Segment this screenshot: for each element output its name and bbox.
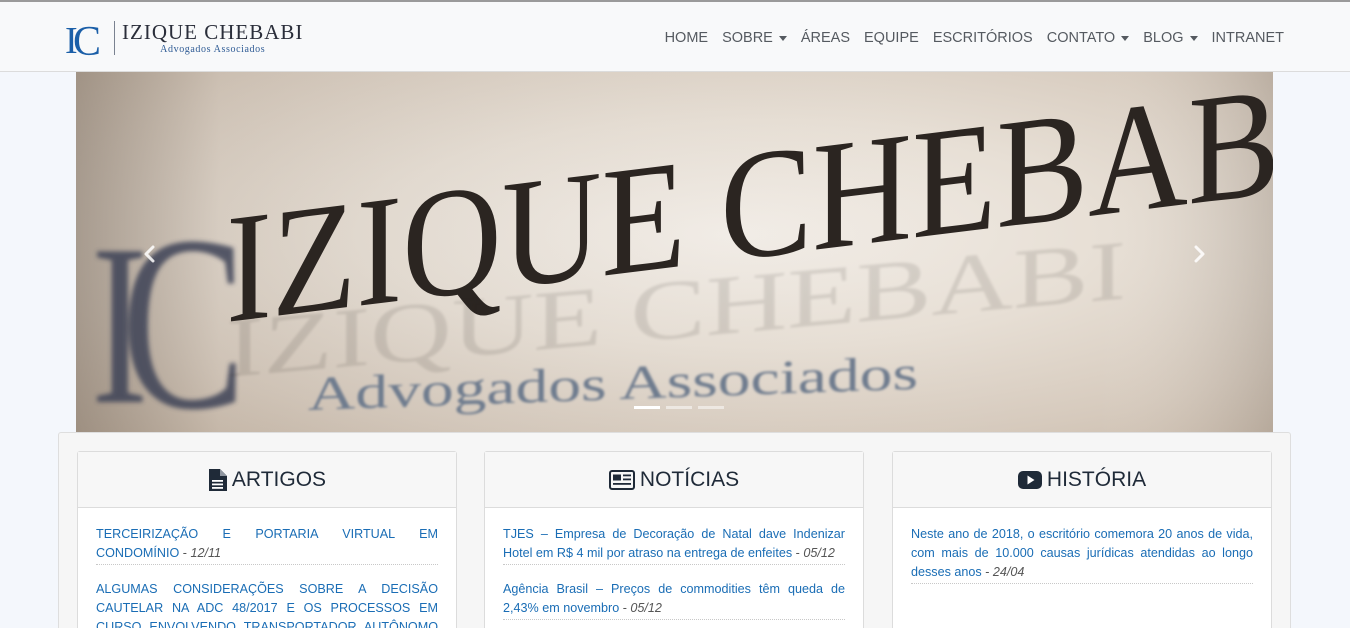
- nav-escritorios-label: ESCRITÓRIOS: [932, 30, 1033, 46]
- caret-down-icon: [1189, 35, 1198, 41]
- brand-logo[interactable]: I C IZIQUE CHEBABI Advogados Associados: [64, 16, 303, 60]
- youtube-icon: [1017, 470, 1042, 489]
- nav-areas-label: ÁREAS: [800, 30, 851, 46]
- historia-item-sep: -: [981, 565, 993, 579]
- artigos-list: TERCEIRIZAÇÃO E PORTARIA VIRTUAL EM COND…: [78, 508, 456, 628]
- main-nav: HOME SOBRE ÁREAS EQUIPE ESCRITÓRIOS CONT…: [651, 28, 1284, 48]
- historia-list: Neste ano de 2018, o escritório comemora…: [893, 508, 1271, 584]
- nav-blog-label: BLOG: [1143, 30, 1184, 46]
- artigos-card: ARTIGOS TERCEIRIZAÇÃO E PORTARIA VIRTUAL…: [77, 451, 457, 628]
- document-icon: [208, 468, 227, 491]
- navbar: I C IZIQUE CHEBABI Advogados Associados …: [0, 0, 1350, 72]
- content-panel: ARTIGOS TERCEIRIZAÇÃO E PORTARIA VIRTUAL…: [58, 432, 1291, 628]
- artigo-item-text: ALGUMAS CONSIDERAÇÕES SOBRE A DECISÃO CA…: [96, 582, 438, 628]
- logo-divider: [114, 21, 115, 55]
- noticias-title: NOTÍCIAS: [639, 467, 740, 491]
- artigo-item-sep: -: [179, 546, 191, 560]
- nav-intranet-label: INTRANET: [1211, 30, 1285, 46]
- historia-card: HISTÓRIA Neste ano de 2018, o escritório…: [892, 451, 1272, 628]
- carousel-indicator-2[interactable]: [666, 406, 692, 409]
- historia-header: HISTÓRIA: [893, 452, 1271, 508]
- carousel-indicator-1[interactable]: [634, 406, 660, 409]
- brand-subtitle: Advogados Associados: [160, 43, 266, 55]
- historia-item-text: Neste ano de 2018, o escritório comemora…: [911, 527, 1253, 579]
- svg-text:C: C: [73, 19, 101, 59]
- noticias-card: NOTÍCIAS TJES – Empresa de Decoração de …: [484, 451, 864, 628]
- noticia-item-sep: -: [792, 546, 804, 560]
- noticias-header: NOTÍCIAS: [485, 452, 863, 508]
- noticia-item[interactable]: TJES – Empresa de Decoração de Natal dav…: [503, 525, 845, 565]
- nav-home[interactable]: HOME: [665, 28, 709, 48]
- nav-home-label: HOME: [664, 30, 709, 46]
- carousel-next-button[interactable]: [1189, 242, 1209, 266]
- nav-equipe[interactable]: EQUIPE: [864, 28, 919, 48]
- nav-escritorios[interactable]: ESCRITÓRIOS: [933, 28, 1033, 48]
- nav-intranet[interactable]: INTRANET: [1212, 28, 1285, 48]
- nav-areas[interactable]: ÁREAS: [801, 28, 850, 48]
- artigo-item[interactable]: ALGUMAS CONSIDERAÇÕES SOBRE A DECISÃO CA…: [96, 580, 438, 628]
- chevron-left-icon: [144, 245, 155, 263]
- noticia-item-sep: -: [619, 601, 631, 615]
- noticia-item-text: Agência Brasil – Preços de commodities t…: [503, 582, 845, 615]
- newspaper-icon: [608, 469, 635, 490]
- carousel-slide-image: I C IZIQUE CHEBABI IZIQUE CHEBABI Advoga…: [76, 72, 1273, 432]
- nav-sobre-dropdown[interactable]: SOBRE: [722, 28, 787, 48]
- brand-text: IZIQUE CHEBABI Advogados Associados: [122, 21, 303, 56]
- carousel-indicator-3[interactable]: [698, 406, 724, 409]
- caret-down-icon: [1121, 35, 1130, 41]
- noticia-item[interactable]: Agência Brasil – Preços de commodities t…: [503, 580, 845, 620]
- historia-title: HISTÓRIA: [1046, 467, 1147, 491]
- historia-item-date: 24/04: [992, 565, 1025, 579]
- nav-blog-dropdown[interactable]: BLOG: [1143, 28, 1198, 48]
- artigo-item-text: TERCEIRIZAÇÃO E PORTARIA VIRTUAL EM COND…: [96, 527, 438, 560]
- noticia-item-date: 05/12: [803, 546, 835, 560]
- chevron-right-icon: [1194, 245, 1205, 263]
- carousel-indicators: [631, 406, 727, 409]
- noticias-list: TJES – Empresa de Decoração de Natal dav…: [485, 508, 863, 620]
- nav-sobre-label: SOBRE: [722, 30, 773, 46]
- logo-mark-icon: I C: [64, 17, 110, 59]
- artigos-header: ARTIGOS: [78, 452, 456, 508]
- nav-contato-dropdown[interactable]: CONTATO: [1046, 28, 1130, 48]
- brand-title: IZIQUE CHEBABI: [122, 19, 304, 44]
- noticia-item-date: 05/12: [630, 601, 662, 615]
- artigo-item[interactable]: TERCEIRIZAÇÃO E PORTARIA VIRTUAL EM COND…: [96, 525, 438, 565]
- caret-down-icon: [778, 35, 787, 41]
- historia-item[interactable]: Neste ano de 2018, o escritório comemora…: [911, 525, 1253, 584]
- carousel-prev-button[interactable]: [140, 242, 160, 266]
- artigo-item-date: 12/11: [190, 546, 222, 560]
- artigos-title: ARTIGOS: [231, 467, 327, 491]
- nav-equipe-label: EQUIPE: [864, 30, 919, 46]
- nav-contato-label: CONTATO: [1046, 30, 1116, 46]
- hero-carousel: I C IZIQUE CHEBABI IZIQUE CHEBABI Advoga…: [76, 72, 1273, 432]
